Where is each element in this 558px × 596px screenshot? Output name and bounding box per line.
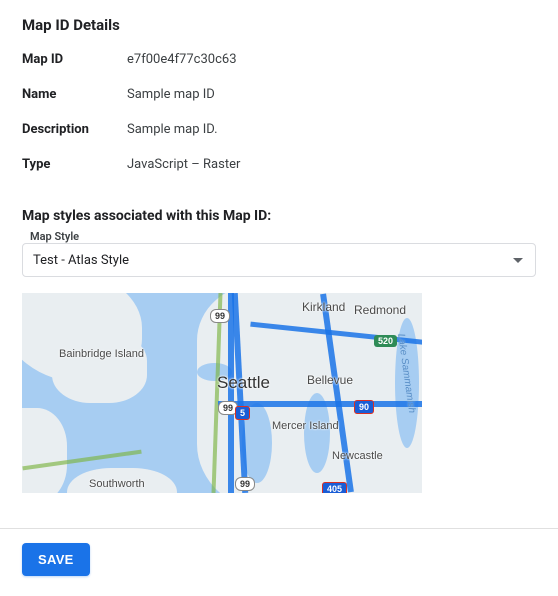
shield-i5: 5 [235,406,250,420]
label-mapid: Map ID [22,52,127,67]
map-style-select[interactable]: Test - Atlas Style [22,243,536,277]
shield-i90: 90 [354,400,374,414]
details-table: Map ID e7f00e4f77c30c63 Name Sample map … [22,52,536,172]
label-description: Description [22,122,127,137]
value-type: JavaScript – Raster [127,157,536,172]
value-name: Sample map ID [127,87,536,102]
map-label-kirkland: Kirkland [302,300,345,314]
map-label-bellevue: Bellevue [307,373,353,387]
footer: SAVE [0,528,558,596]
shield-99-top: 99 [210,309,230,323]
save-button[interactable]: SAVE [22,543,90,576]
map-label-bainbridge: Bainbridge Island [59,348,129,360]
map-label-mercer: Mercer Island [272,420,339,432]
shield-99-bot: 99 [235,477,255,491]
shield-i405: 405 [322,482,347,493]
map-preview[interactable]: Seattle Bellevue Kirkland Redmond Bainbr… [22,293,422,493]
chevron-down-icon [513,258,523,263]
associated-styles-title: Map styles associated with this Map ID: [22,208,536,224]
label-type: Type [22,157,127,172]
value-mapid: e7f00e4f77c30c63 [127,52,536,67]
map-label-southworth: Southworth [89,478,145,490]
shield-520: 520 [374,335,397,347]
map-style-field-label: Map Style [30,230,536,243]
label-name: Name [22,87,127,102]
section-title: Map ID Details [22,16,536,34]
map-style-selected: Test - Atlas Style [33,253,129,268]
map-label-newcastle: Newcastle [332,450,383,462]
map-label-seattle: Seattle [217,373,270,393]
value-description: Sample map ID. [127,122,536,137]
map-label-redmond: Redmond [354,303,406,317]
